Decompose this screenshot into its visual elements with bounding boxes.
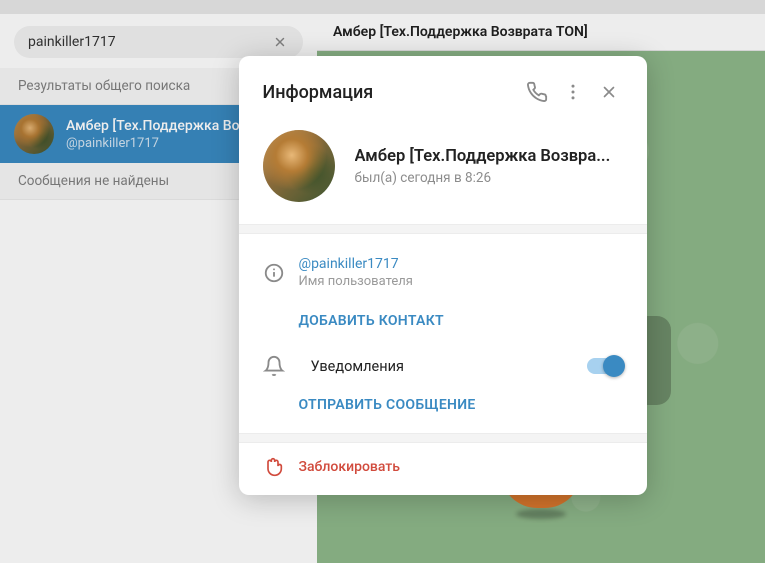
bell-icon [263,355,299,377]
block-user-button[interactable]: Заблокировать [239,443,647,495]
profile-status: был(а) сегодня в 8:26 [355,170,611,186]
notifications-label: Уведомления [311,358,587,375]
profile-avatar[interactable] [263,130,335,202]
notifications-toggle[interactable] [587,358,623,374]
username-link[interactable]: @painkiller1717 [299,256,623,272]
username-label: Имя пользователя [299,274,623,289]
modal-title: Информация [263,82,519,103]
divider [239,433,647,443]
info-icon [263,262,299,284]
send-message-button[interactable]: ОТПРАВИТЬ СООБЩЕНИЕ [263,381,623,427]
add-contact-button[interactable]: ДОБАВИТЬ КОНТАКТ [263,297,623,343]
profile-name: Амбер [Тех.Поддержка Возвра... [355,147,611,166]
more-icon[interactable] [555,74,591,110]
divider [239,224,647,234]
block-label: Заблокировать [299,459,401,475]
hand-stop-icon [263,457,299,477]
call-icon[interactable] [519,74,555,110]
user-info-modal: Информация Амбер [Тех.Поддержка Возвра..… [239,56,647,495]
close-icon[interactable] [591,74,627,110]
modal-overlay[interactable]: Информация Амбер [Тех.Поддержка Возвра..… [0,0,765,563]
